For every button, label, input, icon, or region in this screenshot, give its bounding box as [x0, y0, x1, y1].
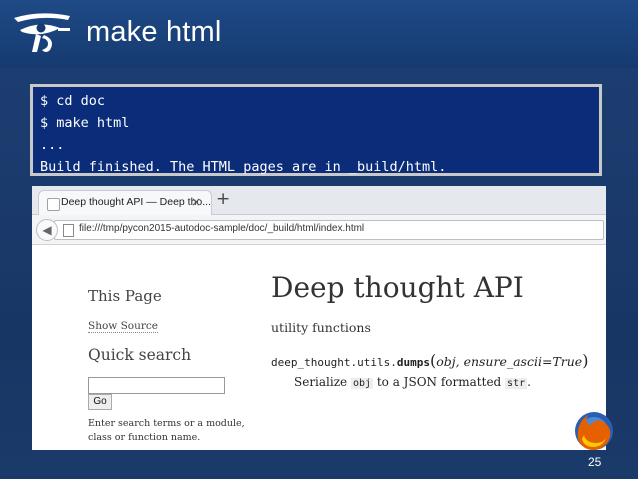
eye-of-horus-icon [14, 13, 70, 52]
new-tab-button[interactable]: + [216, 190, 230, 208]
back-arrow-icon: ◀ [42, 223, 52, 237]
terminal-line: $ make html [40, 115, 130, 131]
terminal-line: ... [40, 137, 65, 153]
tab-label: Deep thought API — Deep tho... [61, 196, 212, 208]
sidebar-heading-quick-search: Quick search [88, 346, 192, 364]
back-button[interactable]: ◀ [36, 219, 58, 241]
firefox-logo-icon [575, 412, 613, 450]
browser-window: Deep thought API — Deep tho... × + file:… [32, 186, 606, 450]
terminal-line: Build finished. The HTML pages are in _b… [40, 159, 447, 175]
close-tab-icon[interactable]: × [191, 195, 201, 209]
go-button[interactable]: Go [88, 394, 112, 410]
signature-module: deep_thought.utils. [271, 356, 397, 369]
signature-name: dumps [396, 356, 430, 369]
section-heading: utility functions [271, 320, 371, 335]
slide-header: make html [0, 0, 638, 68]
signature-args: obj, ensure_ascii=True [436, 354, 583, 369]
url-text: file:///tmp/pycon2015-autodoc-sample/doc… [79, 223, 365, 234]
page-number: 25 [588, 455, 602, 469]
desc-code: str [505, 378, 528, 389]
search-input[interactable] [88, 377, 225, 394]
nav-bar: file:///tmp/pycon2015-autodoc-sample/doc… [32, 215, 606, 245]
sidebar-heading-this-page: This Page [88, 287, 162, 305]
search-hint: Enter search terms or a module, class or… [88, 418, 245, 443]
desc-text: Serialize [294, 375, 351, 389]
tab-bar: Deep thought API — Deep tho... × + [32, 186, 606, 216]
function-signature: deep_thought.utils.dumps(obj, ensure_asc… [271, 351, 588, 370]
desc-code: obj [350, 378, 374, 389]
page-title: Deep thought API [271, 271, 524, 304]
browser-tab[interactable]: Deep thought API — Deep tho... × [38, 190, 212, 216]
desc-text: . [527, 375, 531, 389]
desc-text: to a JSON formatted [373, 375, 506, 389]
url-bar[interactable]: file:///tmp/pycon2015-autodoc-sample/doc… [54, 220, 604, 240]
slide-title: make html [86, 16, 222, 48]
page-content: This Page Show Source Quick search Go En… [32, 245, 606, 450]
signature-close-paren: ) [582, 351, 589, 370]
page-favicon-icon [47, 198, 60, 211]
file-page-icon [63, 224, 74, 237]
show-source-link[interactable]: Show Source [88, 320, 158, 333]
function-description: Serialize obj to a JSON formatted str. [294, 375, 531, 389]
terminal-output: $ cd doc $ make html ... Build finished.… [30, 84, 602, 176]
terminal-line: $ cd doc [40, 93, 106, 109]
